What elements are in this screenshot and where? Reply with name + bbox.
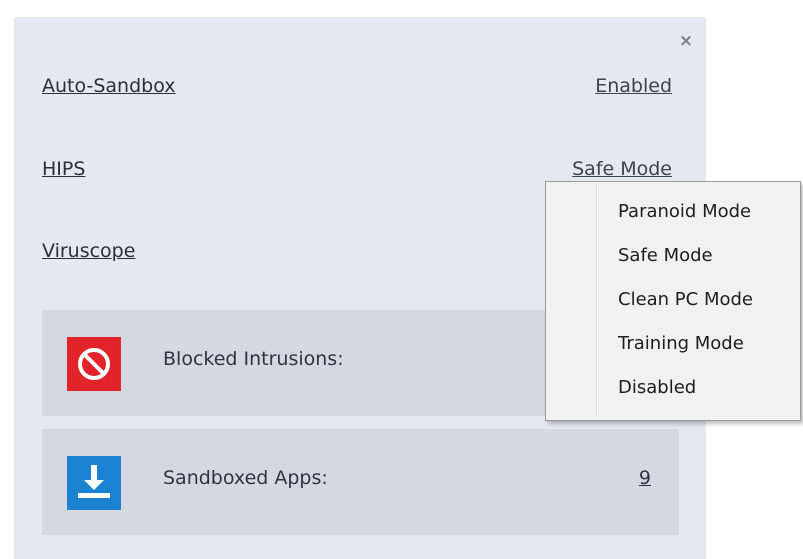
- viruscope-link[interactable]: Viruscope: [42, 240, 135, 262]
- sandboxed-apps-count-link[interactable]: 9: [639, 467, 651, 489]
- menu-item-label: Paranoid Mode: [618, 201, 752, 222]
- menu-item-safe-mode[interactable]: Safe Mode: [548, 235, 798, 279]
- download-icon: [67, 456, 121, 510]
- hips-mode-menu: Paranoid Mode Safe Mode Clean PC Mode Tr…: [545, 181, 801, 421]
- prohibited-icon: [67, 337, 121, 391]
- sandboxed-apps-card: Sandboxed Apps: 9: [42, 429, 679, 535]
- menu-item-training-mode[interactable]: Training Mode: [548, 323, 798, 367]
- menu-item-clean-pc-mode[interactable]: Clean PC Mode: [548, 279, 798, 323]
- auto-sandbox-link[interactable]: Auto-Sandbox: [42, 75, 175, 97]
- menu-item-label: Disabled: [618, 377, 697, 398]
- blocked-intrusions-label: Blocked Intrusions:: [163, 348, 344, 370]
- menu-item-label: Clean PC Mode: [618, 289, 753, 310]
- sandboxed-apps-label: Sandboxed Apps:: [163, 467, 328, 489]
- menu-item-label: Safe Mode: [618, 245, 713, 266]
- menu-item-paranoid-mode[interactable]: Paranoid Mode: [548, 191, 798, 235]
- menu-item-label: Training Mode: [618, 333, 744, 354]
- auto-sandbox-status-link[interactable]: Enabled: [595, 75, 672, 97]
- hips-link[interactable]: HIPS: [42, 158, 85, 180]
- hips-mode-dropdown[interactable]: Safe Mode: [572, 158, 672, 180]
- close-icon[interactable]: ×: [675, 30, 697, 52]
- menu-item-disabled[interactable]: Disabled: [548, 367, 798, 411]
